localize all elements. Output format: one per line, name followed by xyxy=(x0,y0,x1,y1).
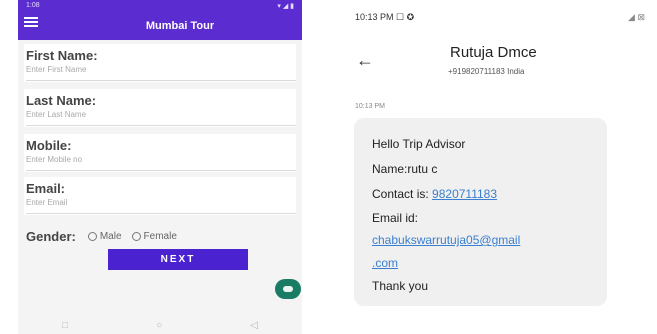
divider xyxy=(26,125,296,126)
status-time: 1:08 xyxy=(26,2,40,9)
recents-icon[interactable]: □ xyxy=(62,320,68,334)
first-name-field[interactable]: First Name: Enter First Name xyxy=(24,44,296,82)
message-timestamp: 10:13 PM xyxy=(355,103,385,110)
male-radio[interactable]: Male xyxy=(87,230,122,242)
first-name-label: First Name: xyxy=(26,48,98,63)
email-input[interactable]: Enter Email xyxy=(26,198,67,207)
gender-group: Gender: Male Female xyxy=(26,227,187,245)
email-label: Email: xyxy=(26,181,66,196)
chat-icon xyxy=(283,286,293,292)
app-bar: 1:08 ▾ ◢ ▮ Mumbai Tour xyxy=(18,0,302,40)
home-icon[interactable]: ○ xyxy=(156,320,162,334)
status-icons: ▾ ◢ ▮ xyxy=(277,3,294,10)
contact-prefix: Contact is: xyxy=(372,187,429,201)
first-name-input[interactable]: Enter First Name xyxy=(26,65,86,74)
message-line: Hello Trip Advisor xyxy=(372,137,466,151)
divider xyxy=(26,170,296,171)
message-line: Contact is: 9820711183 xyxy=(372,187,497,201)
status-bar: 1:08 ▾ ◢ ▮ xyxy=(26,2,294,12)
app-title: Mumbai Tour xyxy=(145,20,215,32)
whatsapp-fab[interactable] xyxy=(275,279,301,299)
next-button[interactable]: NEXT xyxy=(108,249,248,270)
system-nav-bar: □ ○ ◁ xyxy=(18,320,302,334)
mobile-label: Mobile: xyxy=(26,138,72,153)
last-name-input[interactable]: Enter Last Name xyxy=(26,110,86,119)
divider xyxy=(26,80,296,81)
status-icons: ◢ ⊠ xyxy=(628,12,645,22)
male-label: Male xyxy=(99,230,122,242)
contact-number: +919820711183 India xyxy=(448,67,525,76)
mobile-field[interactable]: Mobile: Enter Mobile no xyxy=(24,134,296,172)
radio-circle-icon xyxy=(87,231,97,241)
gender-label: Gender: xyxy=(26,228,76,244)
last-name-label: Last Name: xyxy=(26,93,97,108)
email-field[interactable]: Email: Enter Email xyxy=(24,177,296,215)
phone-screen: 1:08 ▾ ◢ ▮ Mumbai Tour First Name: Enter… xyxy=(18,0,302,334)
last-name-field[interactable]: Last Name: Enter Last Name xyxy=(24,89,296,127)
email-link[interactable]: chabukswarrutuja05@gmail xyxy=(372,233,520,247)
radio-circle-icon xyxy=(131,231,141,241)
message-bubble: Hello Trip Advisor Name:rutu c Contact i… xyxy=(354,118,607,306)
status-time: 10:13 PM ☐ ✪ xyxy=(355,12,415,22)
female-radio[interactable]: Female xyxy=(131,230,177,242)
phone-link[interactable]: 9820711183 xyxy=(432,187,497,201)
sms-screen: 10:13 PM ☐ ✪ ◢ ⊠ ← Rutuja Dmce +91982071… xyxy=(338,0,657,334)
email-id-label: Email id: xyxy=(372,211,419,225)
email-link-continued[interactable]: .com xyxy=(372,256,398,270)
female-label: Female xyxy=(143,230,177,242)
divider xyxy=(26,213,296,214)
back-arrow-icon[interactable]: ← xyxy=(356,50,374,71)
mobile-input[interactable]: Enter Mobile no xyxy=(26,155,82,164)
message-line: Thank you xyxy=(372,279,429,293)
back-icon[interactable]: ◁ xyxy=(250,320,258,334)
contact-name: Rutuja Dmce xyxy=(450,44,537,61)
message-line: Name:rutu c xyxy=(372,162,438,176)
